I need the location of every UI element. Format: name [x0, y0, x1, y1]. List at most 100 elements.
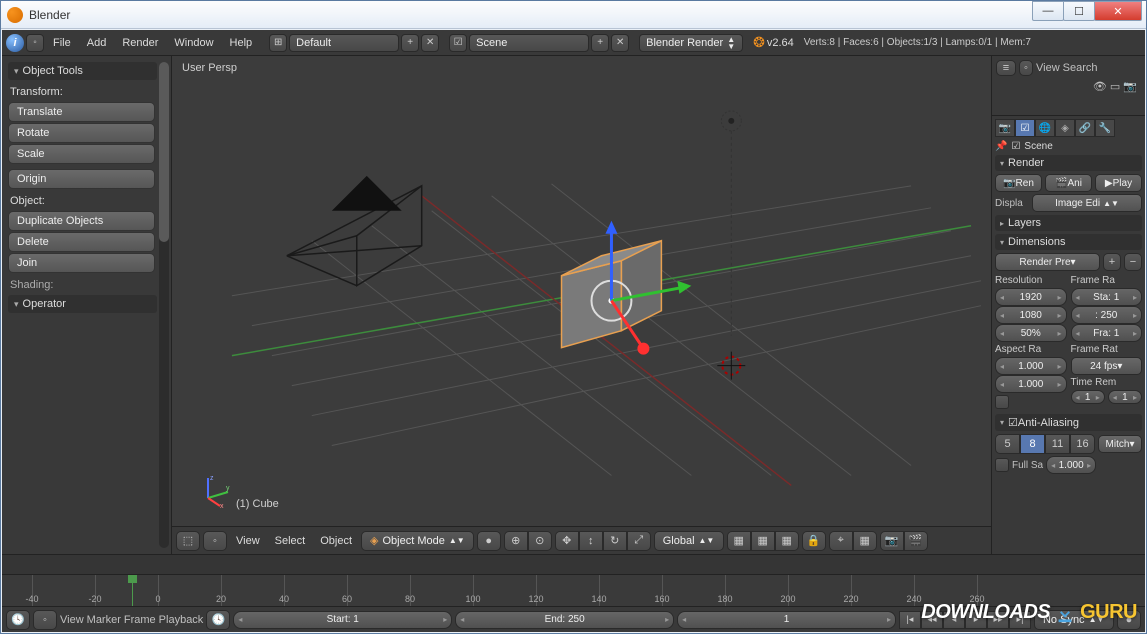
menu-add[interactable]: Add: [80, 34, 114, 52]
time-new-field[interactable]: 1: [1108, 390, 1142, 404]
tl-menu-view[interactable]: View: [60, 614, 84, 626]
operator-header[interactable]: Operator: [8, 295, 157, 313]
manipulator-scale-icon[interactable]: ⤢: [627, 531, 651, 551]
timeline-collapse-icon[interactable]: ◦: [33, 610, 57, 630]
shading-dropdown-icon[interactable]: ●: [477, 531, 501, 551]
jump-start-icon[interactable]: |◂: [899, 611, 921, 629]
aa-8-button[interactable]: 8: [1020, 434, 1045, 454]
3d-viewport[interactable]: User Persp z y x (1) Cube ⬚ ◦ View Selec…: [172, 56, 991, 554]
pivot-individual-icon[interactable]: ⊙: [528, 531, 552, 551]
filter-size-field[interactable]: 1.000: [1046, 456, 1096, 474]
outliner-collapse-icon[interactable]: ◦: [1019, 60, 1033, 76]
orientation-dropdown[interactable]: Global ▲▼: [654, 531, 724, 551]
layout-add-icon[interactable]: +: [401, 34, 419, 52]
render-panel-header[interactable]: Render: [995, 155, 1142, 171]
render-preview-icon[interactable]: 📷: [880, 531, 904, 551]
layout-delete-icon[interactable]: ✕: [421, 34, 439, 52]
render-image-button[interactable]: 📷Ren: [995, 174, 1042, 192]
render-engine-dropdown[interactable]: Blender Render ▲▼: [639, 34, 743, 52]
screen-layout-dropdown[interactable]: Default: [289, 34, 399, 52]
frame-start-field[interactable]: Sta: 1: [1071, 288, 1143, 306]
frame-end-field[interactable]: : 250: [1071, 306, 1143, 324]
translate-button[interactable]: Translate: [8, 102, 155, 122]
manipulator-rotate-icon[interactable]: ↻: [603, 531, 627, 551]
lock-camera-icon[interactable]: 🔒: [802, 531, 826, 551]
res-x-field[interactable]: 1920: [995, 288, 1067, 306]
scene-add-icon[interactable]: +: [591, 34, 609, 52]
start-frame-field[interactable]: Start: 1: [233, 611, 452, 629]
manipulator-toggle-icon[interactable]: ✥: [555, 531, 579, 551]
duplicate-button[interactable]: Duplicate Objects: [8, 211, 155, 231]
origin-button[interactable]: Origin: [8, 169, 155, 189]
dimensions-panel-header[interactable]: Dimensions: [995, 234, 1142, 250]
toolbox-scrollbar-thumb[interactable]: [159, 62, 169, 242]
menu-render[interactable]: Render: [115, 34, 165, 52]
layout-browse-icon[interactable]: ⊞: [269, 34, 287, 52]
aspect-y-field[interactable]: 1.000: [995, 375, 1067, 393]
aa-5-button[interactable]: 5: [995, 434, 1020, 454]
pin-icon[interactable]: 📌: [995, 141, 1007, 152]
preset-add-icon[interactable]: +: [1103, 253, 1121, 271]
tab-world-icon[interactable]: 🌐: [1035, 119, 1055, 137]
preset-remove-icon[interactable]: −: [1124, 253, 1142, 271]
frame-step-field[interactable]: Fra: 1: [1071, 324, 1143, 342]
close-button[interactable]: ✕: [1094, 1, 1142, 21]
use-preview-range-icon[interactable]: 🕓: [206, 610, 230, 630]
tl-menu-frame[interactable]: Frame: [124, 614, 156, 626]
aa-filter-dropdown[interactable]: Mitch ▾: [1098, 435, 1142, 453]
vp-menu-view[interactable]: View: [230, 532, 266, 550]
layer-buttons[interactable]: ▦▦▦: [727, 531, 799, 551]
current-frame-field[interactable]: 1: [677, 611, 896, 629]
scene-delete-icon[interactable]: ✕: [611, 34, 629, 52]
fps-dropdown[interactable]: 24 fps ▾: [1071, 357, 1143, 375]
aa-panel-header[interactable]: ☑ Anti-Aliasing: [995, 414, 1142, 431]
collapse-icon[interactable]: ◦: [203, 531, 227, 551]
border-checkbox[interactable]: [995, 395, 1009, 409]
restrict-select-icon[interactable]: ▭: [1110, 80, 1120, 93]
scene-browse-icon[interactable]: ☑: [449, 34, 467, 52]
render-anim-button[interactable]: 🎬Ani: [1045, 174, 1092, 192]
rotate-button[interactable]: Rotate: [8, 123, 155, 143]
editor-type-icon[interactable]: ⬚: [176, 531, 200, 551]
info-editor-icon[interactable]: i: [6, 34, 24, 52]
pivot-icon[interactable]: ⊕: [504, 531, 528, 551]
menu-help[interactable]: Help: [223, 34, 260, 52]
collapse-menus-icon[interactable]: ◦: [26, 34, 44, 52]
dopesheet-strip[interactable]: [2, 555, 1145, 575]
snap-icon[interactable]: ⌖: [829, 531, 853, 551]
delete-button[interactable]: Delete: [8, 232, 155, 252]
object-tools-header[interactable]: Object Tools: [8, 62, 157, 80]
aspect-x-field[interactable]: 1.000: [995, 357, 1067, 375]
render-preset-dropdown[interactable]: Render Pre ▾: [995, 253, 1100, 271]
timeline-editor-icon[interactable]: 🕓: [6, 610, 30, 630]
timeline-playhead[interactable]: [132, 575, 133, 606]
layers-panel-header[interactable]: Layers: [995, 215, 1142, 231]
time-old-field[interactable]: 1: [1071, 390, 1105, 404]
join-button[interactable]: Join: [8, 253, 155, 273]
mode-dropdown[interactable]: ◈ Object Mode ▲▼: [361, 531, 474, 551]
tab-modifiers-icon[interactable]: 🔧: [1095, 119, 1115, 137]
restrict-render-icon[interactable]: 📷: [1123, 80, 1137, 93]
vp-menu-object[interactable]: Object: [314, 532, 358, 550]
res-pct-field[interactable]: 50%: [995, 324, 1067, 342]
tab-render-icon[interactable]: 📷: [995, 119, 1015, 137]
manipulator-translate-icon[interactable]: ↕: [579, 531, 603, 551]
outliner-view[interactable]: View: [1036, 62, 1060, 74]
display-dropdown[interactable]: Image Edi ▲▼: [1032, 194, 1142, 212]
res-y-field[interactable]: 1080: [995, 306, 1067, 324]
aa-11-button[interactable]: 11: [1045, 434, 1070, 454]
outliner-editor-icon[interactable]: ≡: [996, 60, 1016, 76]
tl-menu-marker[interactable]: Marker: [87, 614, 121, 626]
render-play-button[interactable]: ▶Play: [1095, 174, 1142, 192]
menu-file[interactable]: File: [46, 34, 78, 52]
full-sample-checkbox[interactable]: [995, 458, 1009, 472]
aa-16-button[interactable]: 16: [1070, 434, 1095, 454]
scene-dropdown[interactable]: Scene: [469, 34, 589, 52]
tab-scene-icon[interactable]: ☑: [1015, 119, 1035, 137]
scale-button[interactable]: Scale: [8, 144, 155, 164]
maximize-button[interactable]: ☐: [1063, 1, 1095, 21]
render-anim-icon[interactable]: 🎬: [904, 531, 928, 551]
snap-type-icon[interactable]: ▦: [853, 531, 877, 551]
restrict-view-icon[interactable]: 👁: [1093, 80, 1107, 93]
tab-object-icon[interactable]: ◈: [1055, 119, 1075, 137]
